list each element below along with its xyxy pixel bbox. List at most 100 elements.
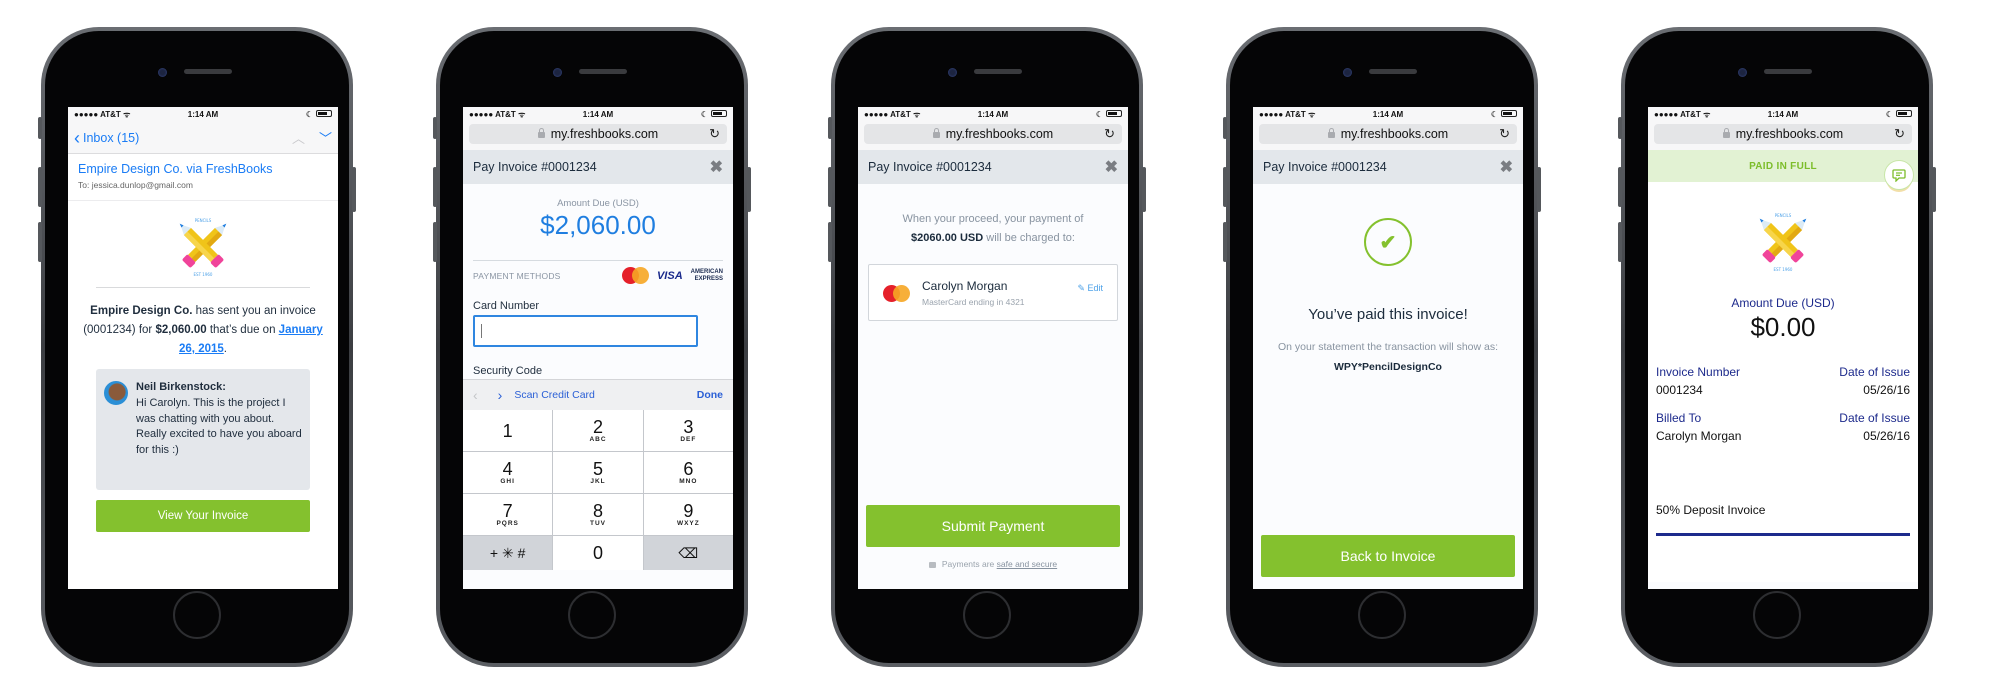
battery-icon [316, 110, 332, 117]
status-bar: ●●●●● AT&T ᯤ 1:14 AM ☾ [68, 107, 338, 122]
key-7[interactable]: 7 PQRS [463, 494, 553, 535]
key-delete[interactable]: ⌫ [643, 536, 733, 570]
key-symbols[interactable]: + ✳ # [463, 536, 553, 570]
amex-icon: AMERICAN EXPRESS [691, 269, 723, 283]
invoice-number-label: Invoice Number [1656, 365, 1741, 379]
volume-up-button [828, 167, 832, 207]
text-caret [481, 324, 482, 338]
lock-icon [928, 562, 936, 568]
key-0[interactable]: 0 [553, 536, 643, 570]
back-to-invoice-button[interactable]: Back to Invoice [1261, 535, 1515, 577]
power-button [747, 167, 751, 212]
deposit-invoice-label: 50% Deposit Invoice [1656, 503, 1766, 517]
modal-title: Pay Invoice #0001234 [473, 160, 597, 174]
chevron-left-icon: ‹ [74, 127, 80, 148]
key-digit: 3 [683, 417, 694, 437]
address-bar[interactable]: my.freshbooks.com ↻ [1654, 124, 1912, 144]
lock-icon [1327, 128, 1335, 138]
mute-switch [1223, 117, 1227, 139]
screen: ●●●●● AT&T ᯤ 1:14 AM ☾ my.freshbooks.com… [858, 107, 1128, 589]
key-2[interactable]: 2 ABC [553, 410, 643, 451]
address-bar[interactable]: my.freshbooks.com ↻ [864, 124, 1122, 144]
home-button[interactable] [173, 591, 221, 639]
reload-icon[interactable]: ↻ [1104, 126, 1115, 142]
key-digit: 7 [502, 501, 513, 521]
saved-card: Carolyn Morgan MasterCard ending in 4321… [868, 264, 1118, 321]
close-icon[interactable]: ✖ [710, 157, 723, 177]
modal-header: Pay Invoice #0001234 ✖ [1253, 150, 1523, 184]
volume-down-button [1223, 222, 1227, 262]
amount-due-value: $2,060.00 [540, 210, 656, 240]
delete-icon: ⌫ [678, 544, 699, 561]
speech-bubble-icon [1892, 168, 1906, 182]
done-button[interactable]: Done [697, 389, 723, 401]
inbox-back-button[interactable]: ‹ Inbox (15) [74, 129, 139, 147]
amount-due-value: $0.00 [1750, 312, 1816, 342]
success-check-icon: ✔ [1364, 218, 1412, 266]
modal-title: Pay Invoice #0001234 [1263, 160, 1387, 174]
reload-icon[interactable]: ↻ [1499, 126, 1510, 142]
power-button [1537, 167, 1541, 212]
close-icon[interactable]: ✖ [1500, 157, 1513, 177]
date-of-issue-value: 05/26/16 [1863, 429, 1910, 443]
chat-icon[interactable] [1884, 160, 1914, 190]
clock: 1:14 AM [1372, 110, 1404, 119]
home-button[interactable] [963, 591, 1011, 639]
previous-message-icon[interactable]: ︿ [292, 128, 305, 147]
key-digit: 1 [502, 420, 513, 441]
key-9[interactable]: 9 WXYZ [643, 494, 733, 535]
divider [96, 287, 310, 288]
avatar [104, 381, 128, 405]
camera-icon [1343, 68, 1352, 77]
key-digit: 9 [683, 501, 694, 521]
url-text: my.freshbooks.com [945, 127, 1054, 141]
note-message: Hi Carolyn. This is the project I was ch… [136, 397, 302, 456]
date-of-issue-label: Date of Issue [1839, 411, 1910, 425]
card-number-input[interactable] [473, 315, 698, 347]
key-6[interactable]: 6 MNO [643, 452, 733, 493]
volume-down-button [433, 222, 437, 262]
url-text: my.freshbooks.com [550, 127, 659, 141]
key-8[interactable]: 8 TUV [553, 494, 643, 535]
svg-text:PENCILS: PENCILS [1775, 213, 1792, 218]
close-icon[interactable]: ✖ [1105, 157, 1118, 177]
date-of-issue-label: Date of Issue [1839, 365, 1910, 379]
scan-credit-card-button[interactable]: Scan Credit Card [514, 389, 696, 401]
view-invoice-button[interactable]: View Your Invoice [96, 500, 310, 532]
next-field-icon[interactable]: › [498, 387, 503, 403]
status-bar: ●●●●● AT&T ᯤ 1:14 AM ☾ [1253, 107, 1523, 122]
reload-icon[interactable]: ↻ [1894, 126, 1905, 142]
previous-field-icon[interactable]: ‹ [473, 387, 478, 403]
home-button[interactable] [1753, 591, 1801, 639]
statement-note-text: On your statement the transaction will s… [1277, 341, 1499, 353]
amount-due: Amount Due (USD) $2,060.00 [463, 184, 733, 260]
phone-paid: ●●●●● AT&T ᯤ 1:14 AM ☾ my.freshbooks.com… [1223, 27, 1541, 667]
pencils-logo: PENCILS EST 1960 [179, 218, 227, 277]
key-letters: TUV [589, 520, 606, 527]
sender-name[interactable]: Empire Design Co. via FreshBooks [78, 162, 328, 176]
home-button[interactable] [568, 591, 616, 639]
address-bar[interactable]: my.freshbooks.com ↻ [469, 124, 727, 144]
lock-icon [1722, 128, 1730, 138]
mastercard-icon [883, 284, 910, 302]
key-4[interactable]: 4 GHI [463, 452, 553, 493]
status-bar: ●●●●● AT&T ᯤ 1:14 AM ☾ [1648, 107, 1918, 122]
phone-email: ●●●●● AT&T ᯤ 1:14 AM ☾ ‹ Inbox (15) ︿ ﹀ … [38, 27, 356, 667]
paid-title: You’ve paid this invoice! [1308, 306, 1468, 323]
key-3[interactable]: 3 DEF [643, 410, 733, 451]
address-bar[interactable]: my.freshbooks.com ↻ [1259, 124, 1517, 144]
summary-text: that’s due on [206, 324, 279, 336]
key-1[interactable]: 1 [463, 410, 553, 451]
reload-icon[interactable]: ↻ [709, 126, 720, 142]
home-button[interactable] [1358, 591, 1406, 639]
key-5[interactable]: 5 JKL [553, 452, 643, 493]
safe-and-secure-link[interactable]: safe and secure [997, 559, 1057, 569]
key-digit: 4 [502, 459, 513, 479]
next-message-icon[interactable]: ﹀ [319, 128, 332, 147]
svg-text:EST 1960: EST 1960 [194, 272, 213, 277]
camera-icon [553, 68, 562, 77]
mail-header: Empire Design Co. via FreshBooks To: jes… [68, 154, 338, 201]
svg-text:PENCILS: PENCILS [195, 218, 212, 223]
submit-payment-button[interactable]: Submit Payment [866, 505, 1120, 547]
edit-card-button[interactable]: ✎ Edit [1077, 283, 1103, 294]
